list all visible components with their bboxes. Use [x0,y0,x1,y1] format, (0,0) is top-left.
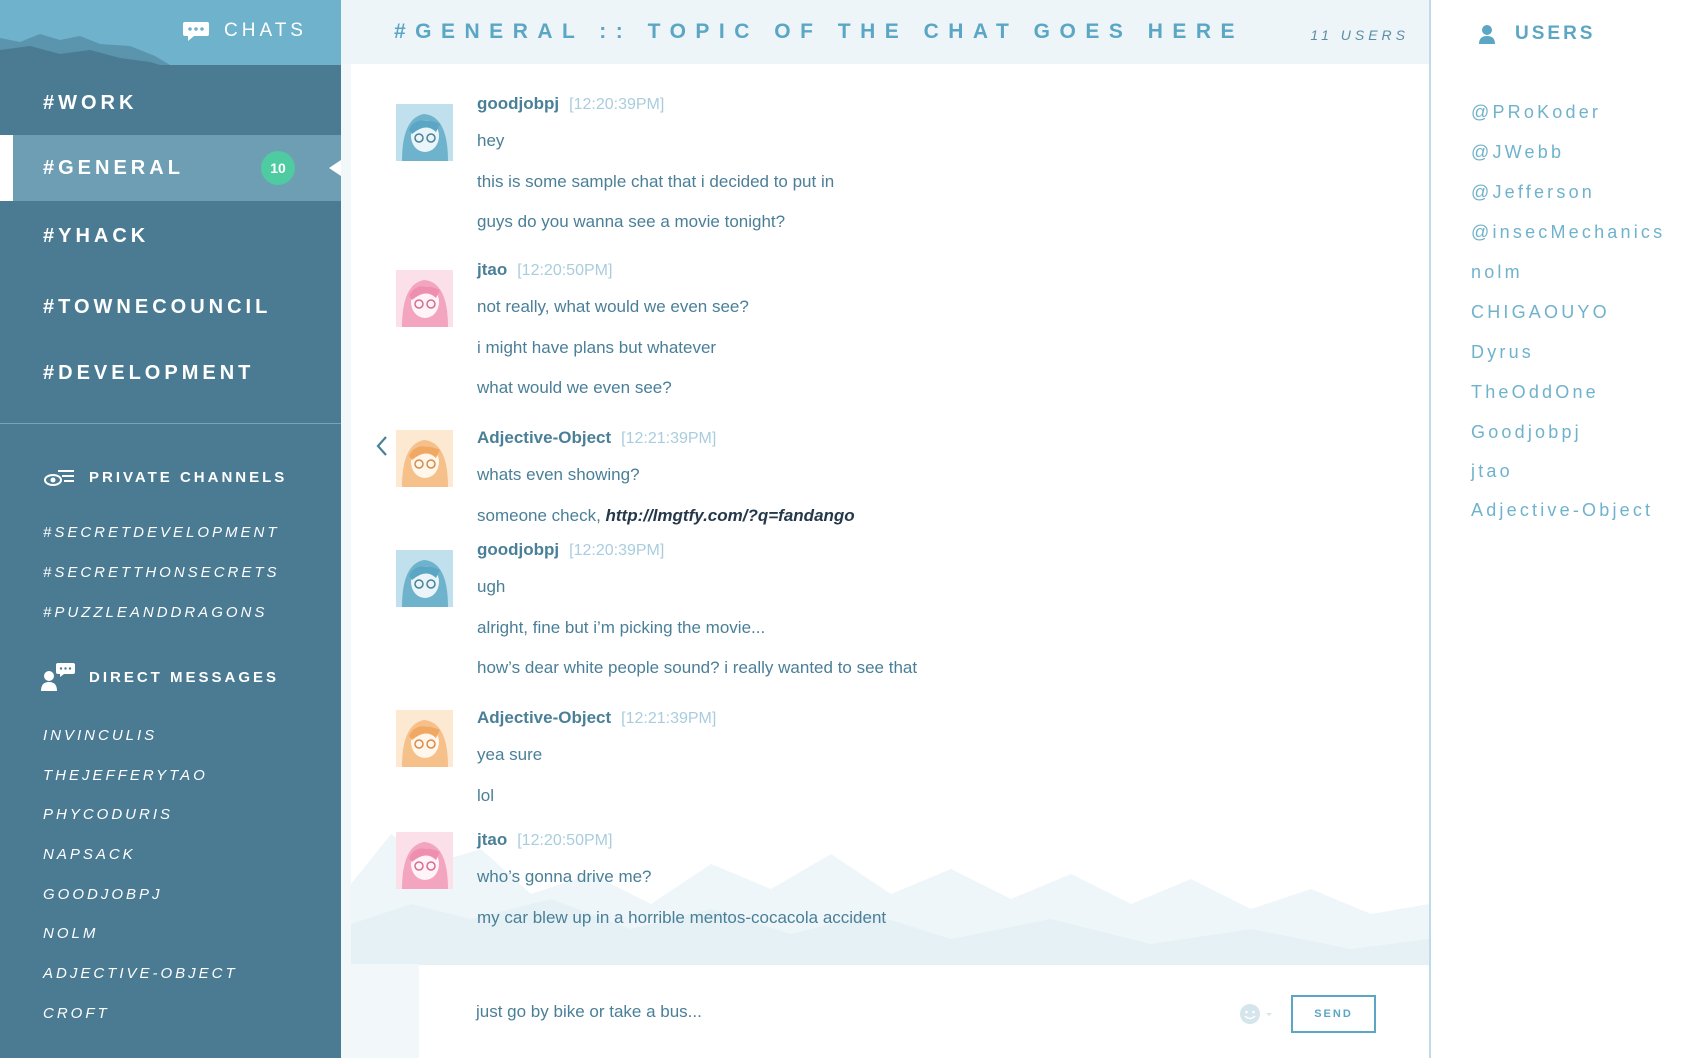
user-list-item[interactable]: Goodjobpj [1471,422,1582,443]
channel-topic: #GENERAL :: TOPIC OF THE CHAT GOES HERE [394,20,1245,43]
private-channel-secretdevelopment[interactable]: #SECRETDEVELOPMENT [43,524,280,541]
private-eye-icon [44,470,74,486]
user-count: 11 USERS [1310,27,1409,43]
users-header: USERS [1479,23,1595,45]
message-input[interactable]: just go by bike or take a bus... [476,1002,702,1022]
sidebar-divider [0,423,341,424]
private-channel-puzzleanddragons[interactable]: #PUZZLEANDDRAGONS [43,604,267,621]
message-text: my car blew up in a horrible mentos-coca… [477,908,887,927]
message-text: ugh [477,577,506,596]
message-text: i might have plans but whatever [477,338,717,357]
channel-work[interactable]: #WORK [0,70,341,136]
users-panel: USERS @PRoKoder @JWebb @Jefferson @insec… [1429,0,1700,1058]
message-composer: just go by bike or take a bus... SEND [419,964,1429,1058]
message-text: yea sure [477,745,543,764]
avatar-goodjobpj-image [396,104,453,161]
user-list-item[interactable]: Adjective-Object [1471,500,1653,521]
user-icon [1479,25,1495,44]
message-text: this is some sample chat that i decided … [477,172,835,191]
user-list-item[interactable]: Dyrus [1471,342,1534,363]
unread-badge: 10 [261,151,295,185]
message-text: what would we even see? [477,378,672,397]
message-author[interactable]: jtao [12:20:50PM] [477,260,612,280]
message-text: someone check, http://lmgtfy.com/?q=fand… [477,506,855,525]
dm-nolm[interactable]: NOLM [43,925,98,942]
message-author[interactable]: Adjective-Object [12:21:39PM] [477,708,716,728]
direct-messages-header: DIRECT MESSAGES [0,662,341,692]
avatar-adjective-object-image [396,430,453,487]
message-list[interactable]: goodjobpj [12:20:39PM] hey this is some s… [351,64,1429,964]
avatar[interactable] [396,430,453,487]
chat-bubble-icon [183,22,209,41]
message-text: guys do you wanna see a movie tonight? [477,212,786,231]
message-timestamp: [12:20:50PM] [517,832,613,849]
channel-townecouncil[interactable]: #TOWNECOUNCIL [0,274,341,340]
user-list-item[interactable]: @insecMechanics [1471,222,1665,243]
channel-yhack[interactable]: #YHACK [0,203,341,269]
user-list-item[interactable]: jtao [1471,461,1513,482]
dm-phycoduris[interactable]: PHYCODURIS [43,806,173,823]
user-list-item[interactable]: @JWebb [1471,142,1564,163]
message-text: who’s gonna drive me? [477,867,652,886]
message-author[interactable]: goodjobpj [12:20:39PM] [477,540,664,560]
avatar[interactable] [396,710,453,767]
user-list-item[interactable]: @PRoKoder [1471,102,1601,123]
avatar-jtao-image [396,832,453,889]
avatar[interactable] [396,104,453,161]
message-author[interactable]: Adjective-Object [12:21:39PM] [477,428,716,448]
sidebar: CHATS #WORK #GENERAL 10 #YHACK #TOWNECOUN… [0,0,341,1058]
message-text: alright, fine but i’m picking the movie.… [477,618,766,637]
message-text: how’s dear white people sound? i really … [477,658,918,677]
avatar-jtao-image [396,270,453,327]
message-author[interactable]: jtao [12:20:50PM] [477,830,612,850]
private-channels-title: PRIVATE CHANNELS [89,468,288,486]
message-text: lol [477,786,495,805]
dm-thejefferytao[interactable]: THEJEFFERYTAO [43,767,208,784]
private-channel-secretthonsecrets[interactable]: #SECRETTHONSECRETS [43,564,280,581]
avatar-goodjobpj-image [396,550,453,607]
user-list-item[interactable]: TheOddOne [1471,382,1599,403]
message-timestamp: [12:20:39PM] [569,96,665,113]
dm-napsack[interactable]: NAPSACK [43,846,136,863]
channel-development[interactable]: #DEVELOPMENT [0,340,341,406]
chevron-left-icon[interactable] [375,435,389,457]
message-text: hey [477,131,505,150]
message-text: not really, what would we even see? [477,297,749,316]
avatar[interactable] [396,270,453,327]
emoji-picker-icon[interactable] [1239,1003,1275,1025]
message-timestamp: [12:21:39PM] [621,430,717,447]
dm-croft[interactable]: CROFT [43,1005,110,1022]
users-title: USERS [1515,23,1596,44]
message-timestamp: [12:20:39PM] [569,542,665,559]
dm-goodjobpj[interactable]: GOODJOBPJ [43,886,163,903]
dm-invinculis[interactable]: INVINCULIS [43,727,157,744]
message-author[interactable]: goodjobpj [12:20:39PM] [477,94,664,114]
channel-general[interactable]: #GENERAL 10 [0,135,341,201]
avatar-adjective-object-image [396,710,453,767]
message-link[interactable]: http://lmgtfy.com/?q=fandango [606,506,855,525]
private-channels-header: PRIVATE CHANNELS [0,466,341,488]
avatar[interactable] [396,832,453,889]
chat-main: #GENERAL :: TOPIC OF THE CHAT GOES HERE … [341,0,1429,1058]
send-button[interactable]: SEND [1291,995,1376,1033]
user-list-item[interactable]: CHIGAOUYO [1471,302,1610,323]
message-text: whats even showing? [477,465,640,484]
dm-adjective-object[interactable]: ADJECTIVE-OBJECT [43,965,238,982]
message-timestamp: [12:20:50PM] [517,262,613,279]
sidebar-title: CHATS [224,20,307,41]
user-list-item[interactable]: @Jefferson [1471,182,1595,203]
user-list-item[interactable]: nolm [1471,262,1523,283]
avatar[interactable] [396,550,453,607]
sidebar-header: CHATS [0,0,341,65]
channel-header: #GENERAL :: TOPIC OF THE CHAT GOES HERE … [341,0,1429,64]
direct-messages-title: DIRECT MESSAGES [89,668,280,686]
message-timestamp: [12:21:39PM] [621,710,717,727]
direct-message-icon [41,663,75,691]
